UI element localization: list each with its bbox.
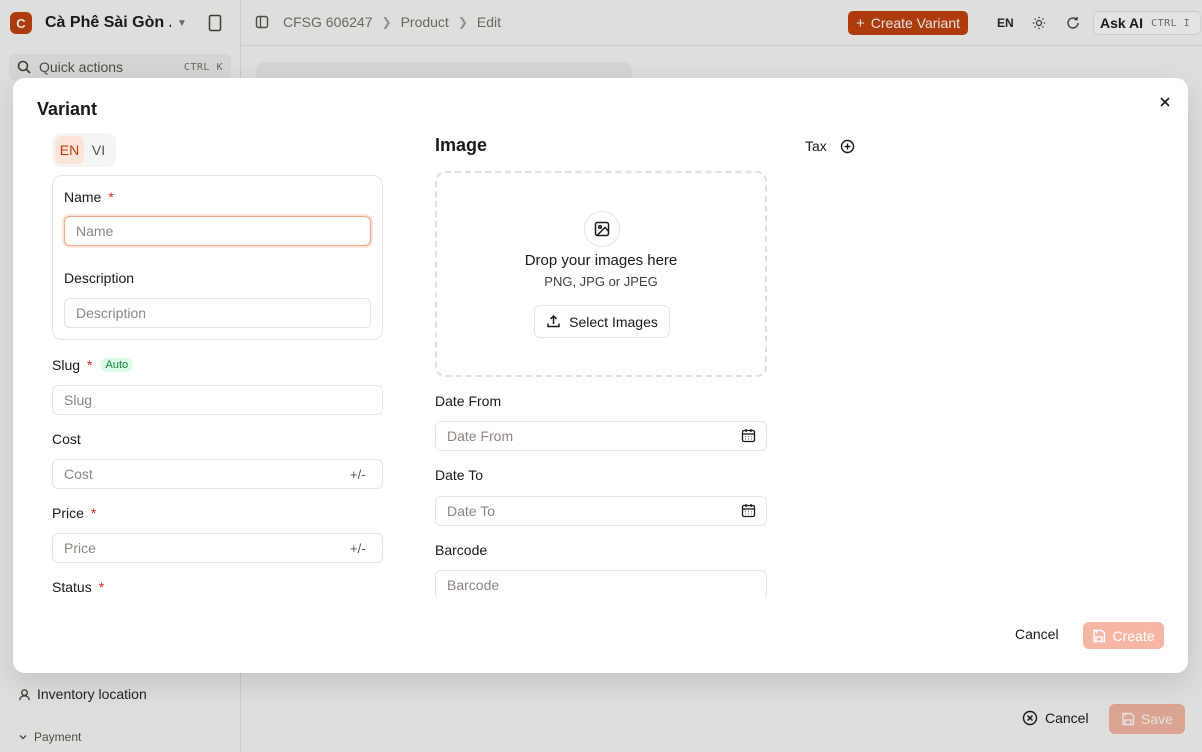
variant-dialog: Variant EN VI Name * Description Slug * Au…	[13, 78, 1188, 673]
dialog-title: Variant	[37, 99, 98, 119]
dropzone-formats: PNG, JPG or JPEG	[544, 274, 658, 289]
plus-circle-icon[interactable]	[840, 139, 855, 154]
create-label: Create	[1112, 627, 1155, 644]
required-marker: *	[87, 357, 93, 373]
date-from-input[interactable]	[435, 421, 767, 451]
localized-fields-card: Name * Description	[52, 175, 383, 340]
select-images-button[interactable]: Select Images	[534, 305, 670, 338]
slug-label-text: Slug	[52, 357, 81, 373]
tab-vi[interactable]: VI	[84, 136, 113, 164]
upload-icon	[547, 314, 560, 328]
tax-section: Tax	[805, 138, 855, 154]
barcode-field-clip	[435, 570, 767, 598]
price-label: Price *	[52, 505, 96, 521]
status-label: Status *	[52, 579, 104, 595]
slug-input[interactable]	[52, 385, 383, 415]
image-icon	[594, 221, 610, 237]
calendar-icon[interactable]	[741, 503, 756, 518]
required-marker: *	[90, 505, 97, 521]
price-input[interactable]	[52, 533, 383, 563]
barcode-label: Barcode	[435, 542, 488, 558]
date-from-label: Date From	[435, 393, 502, 409]
create-button[interactable]: Create	[1083, 622, 1164, 649]
image-placeholder-icon-wrap	[584, 211, 620, 247]
name-input[interactable]	[64, 216, 371, 246]
cancel-button[interactable]: Cancel	[1015, 626, 1059, 642]
image-section-title: Image	[435, 135, 488, 155]
calendar-icon[interactable]	[741, 428, 756, 443]
required-marker: *	[108, 189, 114, 205]
name-label-text: Name	[64, 189, 102, 205]
tab-en[interactable]: EN	[55, 136, 84, 164]
auto-badge: Auto	[100, 358, 134, 372]
price-sign-toggle[interactable]: +/-	[350, 541, 366, 556]
locale-tabs: EN VI	[52, 133, 116, 167]
select-images-label: Select Images	[569, 313, 658, 330]
barcode-input[interactable]	[435, 570, 767, 598]
tax-label: Tax	[805, 138, 827, 154]
slug-label: Slug * Auto	[52, 357, 134, 373]
cost-input[interactable]	[52, 459, 383, 489]
price-label-text: Price	[52, 505, 84, 521]
date-to-label: Date To	[435, 467, 483, 483]
name-label: Name *	[64, 189, 114, 205]
cost-label: Cost	[52, 431, 81, 447]
close-icon[interactable]	[1157, 94, 1173, 110]
required-marker: *	[98, 579, 105, 595]
date-to-input[interactable]	[435, 496, 767, 526]
status-label-text: Status	[52, 579, 92, 595]
save-icon	[1093, 629, 1106, 642]
cost-sign-toggle[interactable]: +/-	[350, 467, 366, 482]
description-label: Description	[64, 270, 135, 286]
description-input[interactable]	[64, 298, 371, 328]
dropzone-title: Drop your images here	[524, 252, 678, 269]
image-dropzone[interactable]: Drop your images here PNG, JPG or JPEG S…	[435, 171, 767, 377]
